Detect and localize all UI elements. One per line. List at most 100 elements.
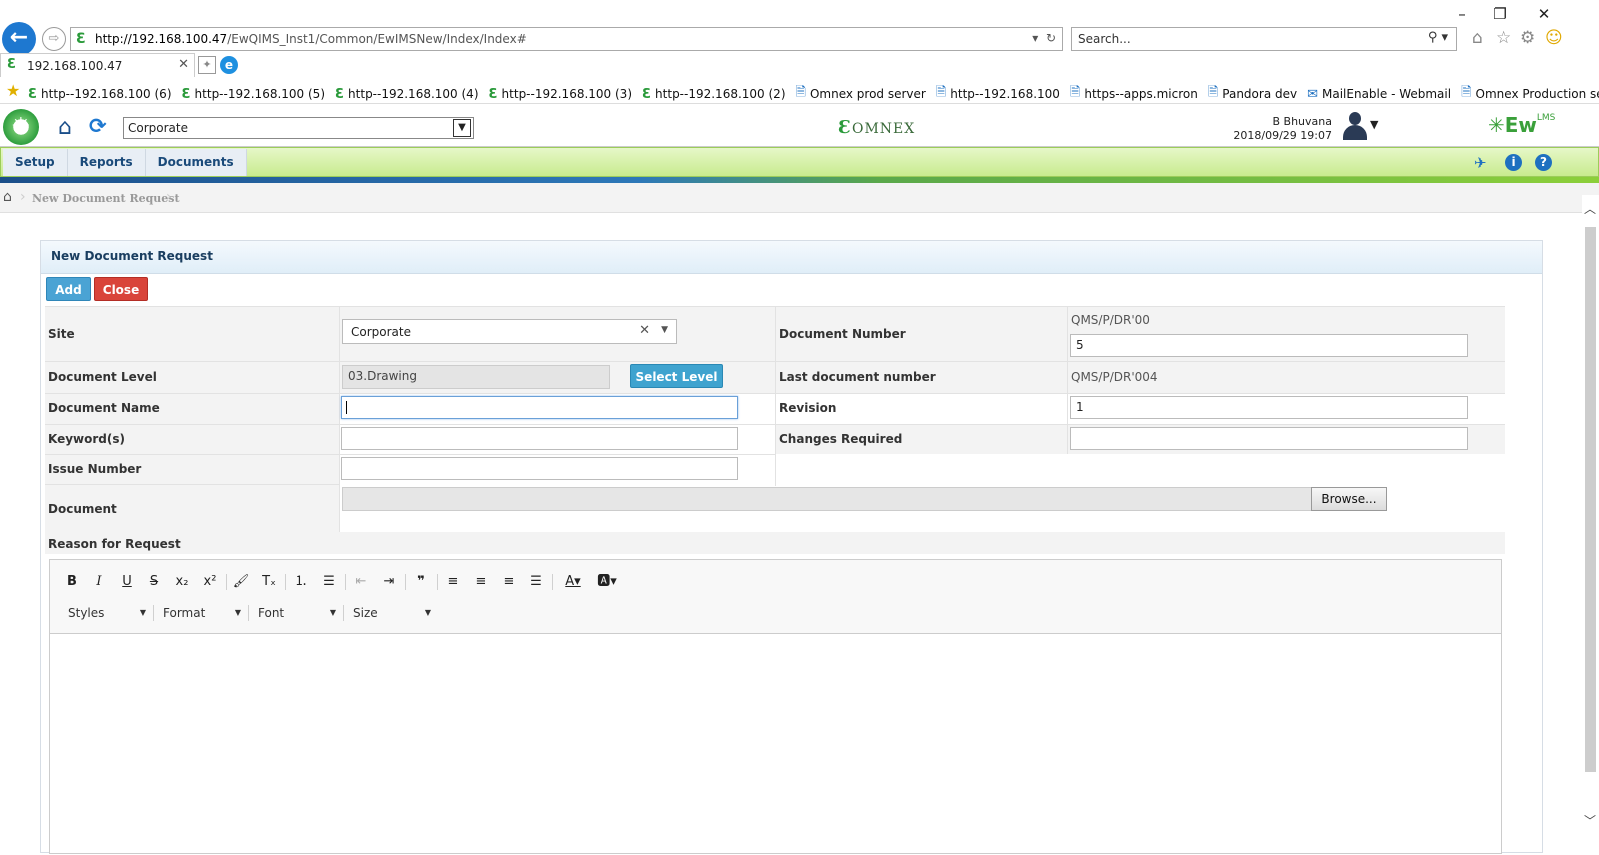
address-host: http://192.168.100.47 [95,32,228,46]
clear-icon[interactable]: ✕ [639,323,650,338]
paint-brush-icon[interactable]: 🖌 [230,572,252,592]
window-restore-button[interactable]: ❐ [1488,4,1512,24]
italic-icon[interactable]: I [88,572,110,592]
favorite-link[interactable]: 🗎 Pandora dev [1208,83,1297,105]
underline-icon[interactable]: U [116,572,138,592]
document-file-field[interactable] [342,487,1312,511]
superscript-icon[interactable]: x² [199,572,221,592]
menu-item-documents[interactable]: Documents [146,149,247,176]
issue-number-input[interactable] [341,457,738,480]
favorite-link[interactable]: Ɛhttp--192.168.100 (4) [335,83,479,105]
address-dropdown-icon[interactable]: ▾ [1032,31,1038,45]
document-level-field: 03.Drawing [342,365,610,389]
close-button[interactable]: Close [94,277,148,301]
size-combo[interactable]: Size ▼ [353,603,431,623]
grid-line [775,306,776,486]
justify-icon[interactable]: ☰ [525,572,547,592]
revision-input[interactable]: 1 [1070,396,1468,419]
chevron-down-icon: ▼ [234,608,241,617]
refresh-icon[interactable]: ⟳ [89,114,107,138]
scroll-down-icon[interactable]: ﹀ [1584,812,1596,829]
breadcrumb-home-icon[interactable]: ⌂ [3,189,12,205]
gear-icon[interactable]: ⚙ [1520,28,1535,48]
chevron-down-icon: ▼ [329,608,336,617]
issue-number-label: Issue Number [48,462,142,476]
favorite-link[interactable]: 🗎Omnex Production server [1461,83,1599,105]
favorite-link[interactable]: ✉ MailEnable - Webmail [1307,83,1451,105]
address-url[interactable]: http://192.168.100.47/EwQIMS_Inst1/Commo… [95,32,527,46]
select-level-button[interactable]: Select Level [630,364,723,388]
app-logo-icon[interactable]: ✳ [3,109,39,145]
menu-item-setup[interactable]: Setup [3,149,68,176]
ie-logo-icon[interactable]: e [220,56,238,74]
chevron-down-icon[interactable]: ▼ [453,119,471,137]
user-avatar-icon[interactable] [1342,110,1368,140]
scrollbar-thumb[interactable] [1585,227,1596,772]
site-combobox[interactable]: Corporate ✕ ▼ [342,319,677,344]
format-combo[interactable]: Format ▼ [163,603,241,623]
site-select[interactable]: Corporate ▼ [123,117,474,139]
window-minimize-button[interactable]: – [1450,4,1474,24]
smiley-feedback-icon[interactable]: ☺ [1545,28,1563,48]
help-icon[interactable]: ? [1535,154,1552,171]
forward-button[interactable]: ⇨ [42,27,66,51]
numbered-list-icon[interactable]: ⒈ [290,572,312,592]
pin-icon[interactable]: ✈ [1474,154,1487,172]
chevron-down-icon[interactable]: ▼ [661,325,668,335]
info-icon[interactable]: i [1505,154,1522,171]
add-button[interactable]: Add [46,277,91,301]
favorite-link[interactable]: Ɛhttp--192.168.100 (3) [489,83,633,105]
page-scrollbar[interactable]: ︿ ﹀ [1582,195,1599,835]
scroll-up-icon[interactable]: ︿ [1584,200,1596,217]
bold-icon[interactable]: B [61,572,83,592]
refresh-page-icon[interactable]: ↻ [1046,31,1056,45]
bulleted-list-icon[interactable]: ☰ [318,572,340,592]
favorites-star-icon[interactable]: ☆ [1496,28,1511,48]
chevron-down-icon: ▼ [139,608,146,617]
user-menu-caret-icon[interactable]: ▼ [1370,118,1378,131]
indent-icon[interactable]: ⇥ [378,572,400,592]
editor-content-area[interactable] [50,634,1501,855]
browser-tab-active[interactable]: Ɛ 192.168.100.47 ✕ [0,53,195,77]
address-bar[interactable]: Ɛ http://192.168.100.47/EwQIMS_Inst1/Com… [70,27,1063,51]
outdent-icon[interactable]: ⇤ [350,572,372,592]
home-page-icon[interactable]: ⌂ [1472,28,1483,48]
align-left-icon[interactable]: ≡ [442,572,464,592]
tab-favicon-icon: Ɛ [7,57,17,72]
format-combo-label: Format [163,606,206,620]
document-number-input[interactable]: 5 [1070,334,1468,357]
favorite-link[interactable]: Ɛhttp--192.168.100 (5) [182,83,326,105]
blockquote-icon[interactable]: ❞ [410,572,432,592]
font-combo[interactable]: Font ▼ [258,603,336,623]
favorite-link[interactable]: Ɛhttp--192.168.100 (6) [28,83,172,105]
browse-button[interactable]: Browse... [1311,487,1387,511]
styles-combo[interactable]: Styles ▼ [68,603,146,623]
close-icon[interactable]: ✕ [178,57,189,72]
remove-format-icon[interactable]: Tₓ [258,572,280,592]
subscript-icon[interactable]: x₂ [171,572,193,592]
ewlms-flower-icon: ✳ [1488,113,1505,137]
favorite-link[interactable]: 🗎 Omnex prod server [796,83,926,105]
back-button[interactable]: ← [2,22,36,56]
changes-required-input[interactable] [1070,427,1468,450]
keywords-input[interactable] [341,427,738,450]
home-icon[interactable]: ⌂ [58,115,72,140]
browser-search-input[interactable]: Search... ⚲ ▾ [1071,27,1457,51]
menu-item-reports[interactable]: Reports [68,149,146,176]
search-icon[interactable]: ⚲ ▾ [1428,30,1448,45]
favorite-link[interactable]: Ɛhttp--192.168.100 (2) [642,83,786,105]
site-favicon-icon: Ɛ [76,31,86,47]
align-center-icon[interactable]: ≡ [470,572,492,592]
new-tab-button[interactable]: ✦ [198,56,216,74]
favorite-link[interactable]: 🗎 http--192.168.100 [936,83,1060,105]
strikethrough-icon[interactable]: S [143,572,165,592]
window-close-button[interactable]: ✕ [1532,4,1556,24]
favorite-link[interactable]: 🗎 https--apps.micron [1070,83,1198,105]
align-right-icon[interactable]: ≡ [498,572,520,592]
text-color-icon[interactable]: A▾ [560,572,586,592]
arrow-right-icon: ⇨ [48,31,60,46]
main-menu-bar: Setup Reports Documents ✈ i ? [0,147,1599,177]
add-favorite-star-icon[interactable]: ★ [6,81,20,100]
background-color-icon[interactable]: 🅰▾ [594,572,620,592]
document-name-input[interactable] [341,396,738,419]
